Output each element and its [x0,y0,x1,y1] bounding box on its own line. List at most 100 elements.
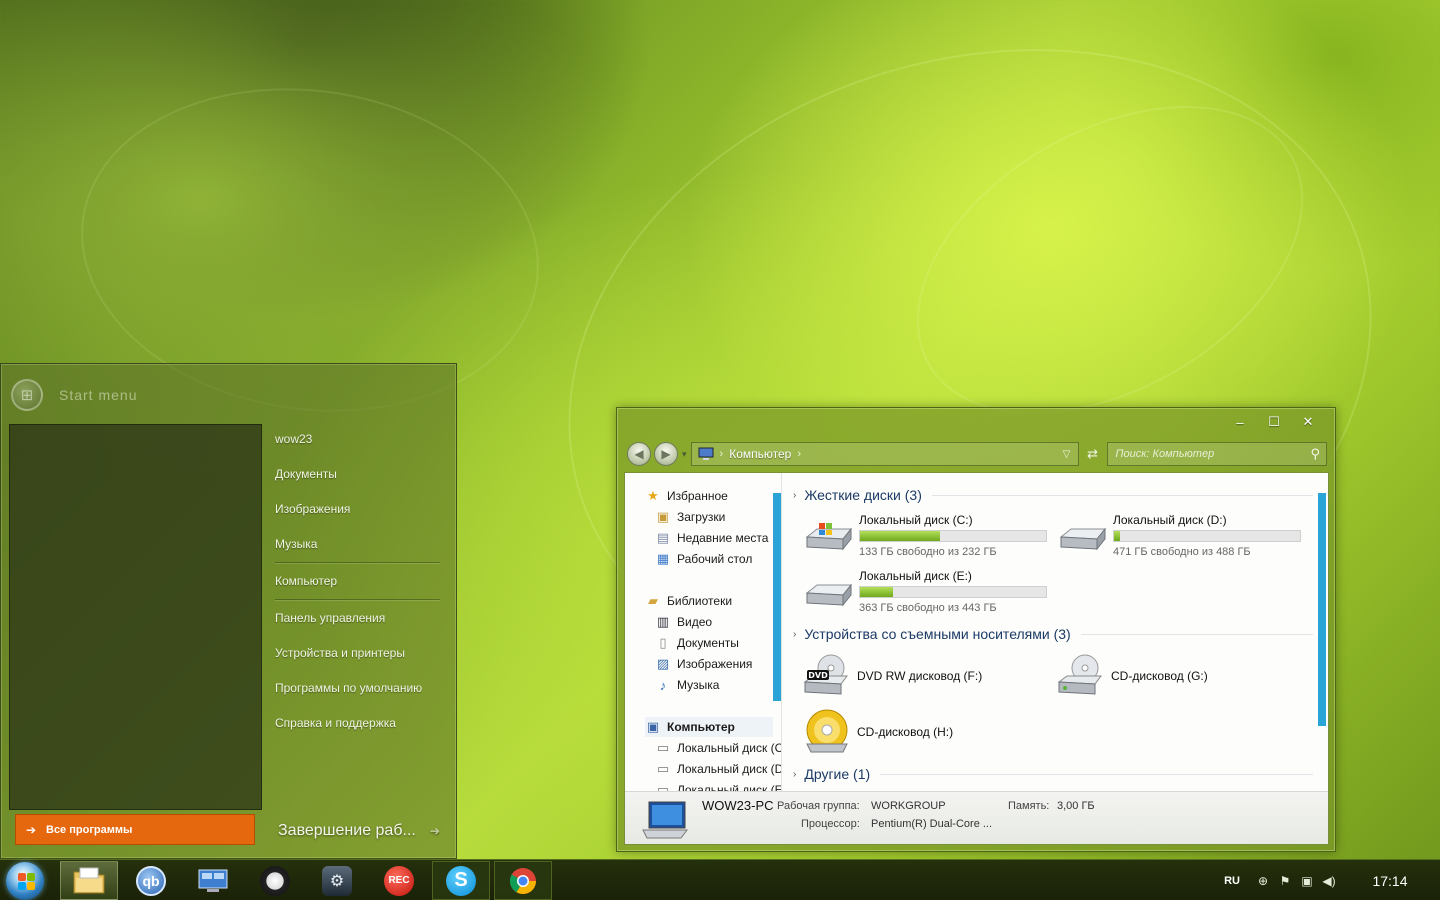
scrollbar[interactable] [1318,493,1326,726]
scrollbar[interactable] [773,493,781,701]
video-icon: ▥ [656,614,670,629]
qbittorrent-icon: qb [136,865,166,896]
shutdown-label: Завершение раб... [278,822,416,839]
chevron-right-icon: › [793,489,797,501]
start-button[interactable] [6,862,44,900]
drive-e[interactable]: Локальный диск (E:) 363 ГБ свободно из 4… [805,569,1050,617]
drive-name: Локальный диск (D:) [1113,513,1227,527]
taskbar-tool[interactable] [246,861,304,900]
forward-arrow-icon[interactable]: ▶ [654,442,678,466]
drive-h[interactable]: CD-дисковод (H:) [803,708,953,756]
recent-pages-icon[interactable]: ▾ [682,449,687,460]
group-other[interactable]: › Другие (1) [793,763,1313,785]
drive-d[interactable]: Локальный диск (D:) 471 ГБ свободно из 4… [1059,513,1304,561]
nav-downloads[interactable]: ▣ Загрузки [655,507,725,527]
start-link-user[interactable]: wow23 [275,422,450,457]
start-link-computer[interactable]: Компьютер [275,564,450,599]
maximize-icon[interactable]: ☐ [1257,412,1291,432]
nav-video[interactable]: ▥ Видео [655,612,712,632]
all-programs-button[interactable]: ➔ Все программы [15,814,255,845]
chevron-right-icon[interactable]: › [797,448,801,460]
close-icon[interactable]: ✕ [1291,412,1325,432]
start-link-control-panel[interactable]: Панель управления [275,601,450,636]
taskbar-explorer[interactable] [60,861,118,900]
programs-list[interactable] [9,424,262,810]
drive-f[interactable]: DVD DVD RW дисковод (F:) [803,652,982,700]
nav-favorites[interactable]: ★ Избранное [645,486,728,506]
taskbar-steam[interactable]: ⚙ [308,861,366,900]
nav-recent-places[interactable]: ▤ Недавние места [655,528,769,548]
search-input[interactable]: Поиск: Компьютер ⚲ [1106,442,1327,466]
window-controls: – ☐ ✕ [1223,412,1325,432]
language-indicator[interactable]: RU [1224,875,1240,887]
start-link-documents[interactable]: Документы [275,457,450,492]
nav-desktop[interactable]: ▦ Рабочий стол [655,549,752,569]
capacity-bar [859,530,1047,542]
shutdown-button[interactable]: Завершение раб... ➔ [278,817,440,845]
group-removable[interactable]: › Устройства со съемными носителями (3) [793,623,1313,645]
taskbar-recorder[interactable]: REC [370,861,428,900]
refresh-icon[interactable]: ⇄ [1081,442,1105,466]
nav-pictures[interactable]: ▨ Изображения [655,654,753,674]
nav-label: Локальный диск (D:) [677,762,782,776]
nav-label: Изображения [677,657,753,671]
volume-icon[interactable]: ◀) [1318,874,1340,888]
nav-label: Загрузки [677,510,726,524]
breadcrumb-computer[interactable]: Компьютер [729,447,791,461]
downloads-folder-icon: ▣ [656,509,670,524]
taskbar: qb ⚙ REC S RU ⊕ ⚑ ▣ ◀) 17:14 [0,859,1440,900]
taskbar-qbittorrent[interactable]: qb [122,861,180,900]
start-link-devices[interactable]: Устройства и принтеры [275,636,450,671]
group-label: Устройства со съемными носителями (3) [804,626,1071,642]
taskbar-skype[interactable]: S [432,861,490,900]
network-icon[interactable]: ▣ [1296,874,1318,888]
start-link-help[interactable]: Справка и поддержка [275,706,450,741]
document-icon: ▯ [659,635,667,650]
windows-logo-icon [18,882,26,890]
group-hard-drives[interactable]: › Жесткие диски (3) [793,484,1313,506]
dvd-badge: DVD [808,671,828,680]
start-menu-header: ⊞ Start menu [11,378,137,412]
taskbar-control-panel[interactable] [184,861,242,900]
nav-drive-d[interactable]: ▭ Локальный диск (D:) [655,759,782,779]
upload-icon[interactable]: ⊕ [1252,874,1274,888]
nav-label: Документы [677,636,739,650]
nav-documents[interactable]: ▯ Документы [655,633,739,653]
nav-drive-c[interactable]: ▭ Локальный диск (C:) [655,738,781,758]
workgroup-value: WORKGROUP [871,800,946,812]
drive-name: CD-дисковод (G:) [1111,669,1208,683]
start-link-pictures[interactable]: Изображения [275,492,450,527]
navigation-bar: ◀ ▶ ▾ › Компьютер › ▽ ⇄ Поиск: Компьютер… [627,441,1327,467]
back-arrow-icon[interactable]: ◀ [627,442,651,466]
chevron-down-icon[interactable]: ▽ [1056,449,1078,460]
search-icon[interactable]: ⚲ [1310,446,1320,462]
minimize-icon[interactable]: – [1223,412,1257,432]
nav-drive-e[interactable]: ▭ Локальный диск (E:) [655,780,781,791]
shutdown-options-icon[interactable]: ➔ [430,824,440,838]
nav-libraries[interactable]: ▰ Библиотеки [645,591,732,611]
divider [880,773,1313,775]
clock[interactable]: 17:14 [1340,873,1440,889]
steam-icon: ⚙ [322,865,352,896]
explorer-window: – ☐ ✕ ◀ ▶ ▾ › Компьютер › ▽ ⇄ Поиск: Ком… [616,407,1336,852]
nav-label: Библиотеки [667,594,733,608]
desktop-icon: ▦ [656,551,670,566]
drive-name: CD-дисковод (H:) [857,725,954,739]
taskbar-chrome[interactable] [494,861,552,900]
address-bar[interactable]: › Компьютер › ▽ [690,442,1079,466]
start-link-default-programs[interactable]: Программы по умолчанию [275,671,450,706]
action-center-flag-icon[interactable]: ⚑ [1274,874,1296,888]
computer-icon [698,447,714,460]
hard-drive-icon: ▭ [656,782,670,791]
chevron-right-icon[interactable]: › [720,448,724,460]
capacity-fill [1114,531,1120,541]
nav-music[interactable]: ♪ Музыка [655,675,720,695]
divider [1080,633,1313,635]
drive-g[interactable]: CD-дисковод (G:) [1057,652,1208,700]
nav-computer[interactable]: ▣ Компьютер [645,717,773,737]
drive-name: DVD RW дисковод (F:) [857,669,983,683]
drive-c[interactable]: Локальный диск (C:) 133 ГБ свободно из 2… [805,513,1050,561]
start-link-music[interactable]: Музыка [275,527,450,562]
nav-label: Видео [677,615,713,629]
group-label: Другие (1) [804,766,871,782]
